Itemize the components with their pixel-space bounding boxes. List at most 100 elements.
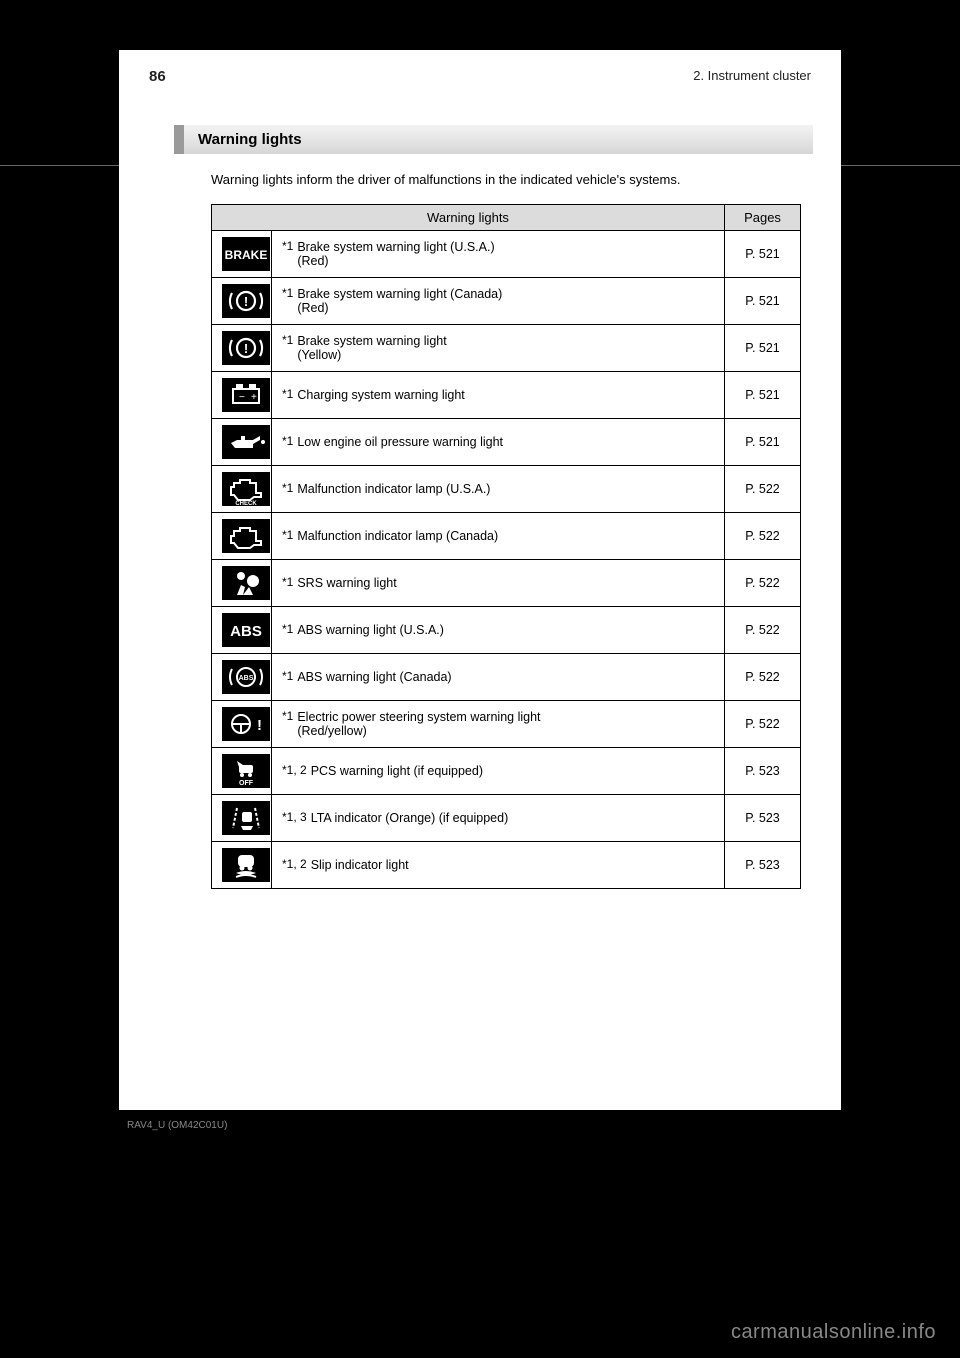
abs-text-icon: ABS	[222, 613, 270, 647]
page-ref: P. 521	[725, 277, 801, 324]
warning-desc-cell: *1Brake system warning light (U.S.A.)(Re…	[272, 230, 725, 277]
oilcan-icon	[222, 425, 270, 459]
table-row: ABS *1ABS warning light (U.S.A.)P. 522	[212, 606, 801, 653]
svg-text:−: −	[239, 392, 245, 403]
warning-icon-cell: !	[212, 700, 272, 747]
page-ref: P. 522	[725, 465, 801, 512]
warning-icon-cell	[212, 559, 272, 606]
svg-text:!: !	[244, 294, 248, 309]
warning-desc-cell: *1, 3 LTA indicator (Orange) (if equipped…	[272, 794, 725, 841]
warning-icon-cell: −+	[212, 371, 272, 418]
warning-icon-cell: BRAKE	[212, 230, 272, 277]
svg-text:!: !	[257, 717, 262, 734]
footnote-marker: *1	[282, 622, 293, 636]
svg-text:OFF: OFF	[239, 780, 254, 787]
warning-icon-cell: ABS	[212, 653, 272, 700]
brake-circle-icon: !	[222, 331, 270, 365]
warning-desc-cell: *1 Electric power steering system warning…	[272, 700, 725, 747]
page-ref: P. 522	[725, 700, 801, 747]
breadcrumb: 2. Instrument cluster	[693, 68, 811, 85]
warning-icon-cell: CHECK	[212, 465, 272, 512]
warning-desc-cell: *1ABS warning light (U.S.A.)	[272, 606, 725, 653]
page-ref: P. 523	[725, 747, 801, 794]
brake-circle-icon: !	[222, 284, 270, 318]
page-ref: P. 522	[725, 653, 801, 700]
pcs-off-icon: OFF	[222, 754, 270, 788]
footnote-marker: *1	[282, 528, 293, 542]
page-ref: P. 521	[725, 230, 801, 277]
warning-desc: Malfunction indicator lamp (Canada)	[297, 529, 714, 543]
warning-desc: Brake system warning light(Yellow)	[297, 334, 714, 362]
warning-desc-cell: *1 Charging system warning light	[272, 371, 725, 418]
footnote-marker: *1	[282, 387, 293, 401]
table-row: *1 Low engine oil pressure warning light P…	[212, 418, 801, 465]
warning-desc: Malfunction indicator lamp (U.S.A.)	[297, 482, 714, 496]
warning-desc: ABS warning light (Canada)	[297, 670, 714, 684]
warning-desc-cell: *1 Low engine oil pressure warning light	[272, 418, 725, 465]
manual-page: 86 2. Instrument cluster Warning lights …	[119, 50, 841, 1110]
footnote-marker: *1	[282, 286, 293, 300]
col-header-pages: Pages	[725, 204, 801, 230]
page-header: 86 2. Instrument cluster	[119, 50, 841, 85]
table-row: ! *1 Brake system warning light(Yellow) P. …	[212, 324, 801, 371]
footnote-marker: *1	[282, 434, 293, 448]
steering-icon: !	[222, 707, 270, 741]
footnote-marker: *1, 3	[282, 810, 307, 824]
warning-desc: Charging system warning light	[297, 388, 714, 402]
warning-icon-cell: !	[212, 324, 272, 371]
warning-desc-cell: *1ABS warning light (Canada)	[272, 653, 725, 700]
svg-text:+: +	[251, 392, 257, 403]
warning-desc: SRS warning light	[297, 576, 714, 590]
table-row: ! *1 Brake system warning light (Canada)(R…	[212, 277, 801, 324]
warning-desc: Slip indicator light	[311, 858, 714, 872]
section-title: Warning lights	[174, 125, 813, 154]
page-ref: P. 522	[725, 559, 801, 606]
warning-icon-cell	[212, 418, 272, 465]
footnote-marker: *1	[282, 333, 293, 347]
warning-icon-cell: OFF	[212, 747, 272, 794]
table-row: −+ *1 Charging system warning light P. 521	[212, 371, 801, 418]
lta-icon	[222, 801, 270, 835]
engine-icon	[222, 519, 270, 553]
warning-icon-cell: !	[212, 277, 272, 324]
footnote-marker: *1	[282, 709, 293, 723]
warning-desc: Electric power steering system warning l…	[297, 710, 714, 738]
col-header-lights: Warning lights	[212, 204, 725, 230]
warning-desc-cell: *1 Brake system warning light (Canada)(Re…	[272, 277, 725, 324]
page-number: 86	[149, 68, 166, 85]
warning-desc: LTA indicator (Orange) (if equipped)	[311, 811, 714, 825]
svg-text:BRAKE: BRAKE	[225, 248, 268, 262]
warning-desc: Brake system warning light (U.S.A.)(Red)	[297, 240, 714, 268]
airbag-icon	[222, 566, 270, 600]
page-ref: P. 521	[725, 324, 801, 371]
table-row: *1 SRS warning light P. 522	[212, 559, 801, 606]
warning-desc: Low engine oil pressure warning light	[297, 435, 714, 449]
warning-desc-cell: *1 SRS warning light	[272, 559, 725, 606]
table-row: *1, 3 LTA indicator (Orange) (if equipped…	[212, 794, 801, 841]
table-row: *1 Malfunction indicator lamp (Canada) P. …	[212, 512, 801, 559]
footnote-marker: *1, 2	[282, 763, 307, 777]
warning-icon-cell	[212, 794, 272, 841]
page-ref: P. 521	[725, 418, 801, 465]
warning-desc-cell: *1, 2PCS warning light (if equipped)	[272, 747, 725, 794]
svg-text:ABS: ABS	[239, 675, 254, 682]
page-ref: P. 522	[725, 512, 801, 559]
page-ref: P. 521	[725, 371, 801, 418]
warning-desc: Brake system warning light (Canada)(Red)	[297, 287, 714, 315]
svg-text:ABS: ABS	[230, 623, 262, 640]
table-row: CHECK*1Malfunction indicator lamp (U.S.A…	[212, 465, 801, 512]
warning-icon-cell	[212, 512, 272, 559]
warning-desc-cell: *1, 2Slip indicator light	[272, 841, 725, 888]
table-row: *1, 2Slip indicator lightP. 523	[212, 841, 801, 888]
warning-desc-cell: *1 Malfunction indicator lamp (Canada)	[272, 512, 725, 559]
warning-icon-cell: ABS	[212, 606, 272, 653]
brake-text-icon: BRAKE	[222, 237, 270, 271]
warning-desc-cell: *1Malfunction indicator lamp (U.S.A.)	[272, 465, 725, 512]
footnote-marker: *1	[282, 575, 293, 589]
watermark: carmanualsonline.info	[731, 1321, 936, 1344]
warning-icon-cell	[212, 841, 272, 888]
page-ref: P. 522	[725, 606, 801, 653]
warning-lights-table: Warning lights Pages BRAKE*1Brake system…	[211, 204, 801, 889]
doc-footer: RAV4_U (OM42C01U)	[119, 1118, 841, 1133]
page-ref: P. 523	[725, 841, 801, 888]
